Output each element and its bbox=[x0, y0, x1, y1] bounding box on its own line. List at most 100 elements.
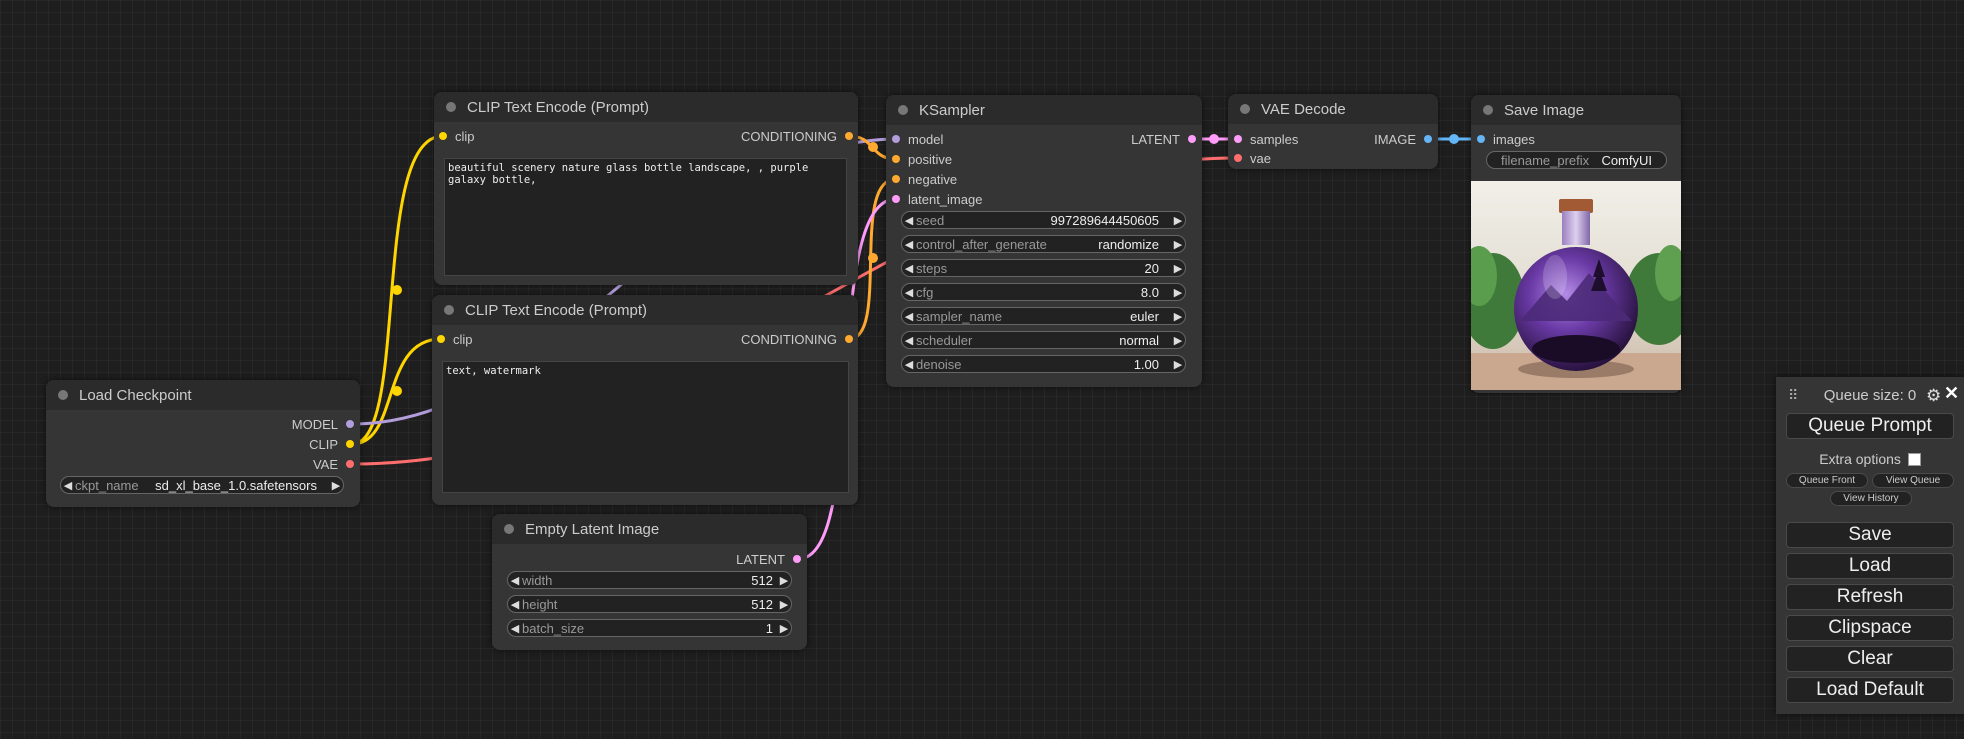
decrement-arrow-icon[interactable]: ◀ bbox=[508, 598, 522, 611]
collapse-dot-icon[interactable] bbox=[504, 524, 514, 534]
conditioning-slot-dot-icon[interactable] bbox=[892, 175, 900, 183]
load-button[interactable]: Load bbox=[1786, 553, 1954, 579]
latent-slot-dot-icon[interactable] bbox=[1234, 135, 1242, 143]
output-slot-conditioning[interactable]: CONDITIONING bbox=[741, 127, 853, 145]
node-title-bar[interactable]: Load Checkpoint bbox=[46, 380, 360, 410]
load-checkpoint-node[interactable]: Load Checkpoint MODEL CLIP VAE ◀ ckpt_na… bbox=[46, 380, 360, 507]
latent-slot-dot-icon[interactable] bbox=[892, 195, 900, 203]
save-button[interactable]: Save bbox=[1786, 522, 1954, 548]
close-icon[interactable]: ✕ bbox=[1944, 383, 1959, 404]
increment-arrow-icon[interactable]: ▶ bbox=[329, 479, 343, 492]
output-slot-latent[interactable]: LATENT bbox=[736, 550, 801, 568]
image-slot-dot-icon[interactable] bbox=[1477, 135, 1485, 143]
clip-text-encode-negative-node[interactable]: CLIP Text Encode (Prompt) clip CONDITION… bbox=[432, 295, 858, 505]
increment-arrow-icon[interactable]: ▶ bbox=[1171, 214, 1185, 227]
decrement-arrow-icon[interactable]: ◀ bbox=[902, 214, 916, 227]
output-slot-vae[interactable]: VAE bbox=[313, 455, 354, 473]
node-title-bar[interactable]: CLIP Text Encode (Prompt) bbox=[434, 92, 858, 122]
decrement-arrow-icon[interactable]: ◀ bbox=[902, 310, 916, 323]
gear-icon[interactable]: ⚙ bbox=[1926, 386, 1941, 406]
decrement-arrow-icon[interactable]: ◀ bbox=[508, 622, 522, 635]
input-slot-vae[interactable]: vae bbox=[1234, 149, 1271, 167]
queue-menu-panel[interactable]: ⠿ Queue size: 0 ⚙ ✕ Queue Prompt Extra o… bbox=[1776, 377, 1964, 714]
node-title-bar[interactable]: CLIP Text Encode (Prompt) bbox=[432, 295, 858, 325]
ckpt-name-combo[interactable]: ◀ ckpt_name sd_xl_base_1.0.safetensors ▶ bbox=[60, 476, 344, 494]
decrement-arrow-icon[interactable]: ◀ bbox=[902, 358, 916, 371]
increment-arrow-icon[interactable]: ▶ bbox=[1171, 358, 1185, 371]
increment-arrow-icon[interactable]: ▶ bbox=[1171, 238, 1185, 251]
input-slot-model[interactable]: model bbox=[892, 130, 943, 148]
clipspace-button[interactable]: Clipspace bbox=[1786, 615, 1954, 641]
input-slot-positive[interactable]: positive bbox=[892, 150, 952, 168]
decrement-arrow-icon[interactable]: ◀ bbox=[902, 238, 916, 251]
filename-prefix-text-widget[interactable]: filename_prefix ComfyUI bbox=[1486, 151, 1667, 169]
width-number-widget[interactable]: ◀ width 512 ▶ bbox=[507, 571, 792, 589]
output-slot-image[interactable]: IMAGE bbox=[1374, 130, 1432, 148]
input-slot-negative[interactable]: negative bbox=[892, 170, 957, 188]
output-slot-model[interactable]: MODEL bbox=[292, 415, 354, 433]
extra-options-row[interactable]: Extra options bbox=[1776, 451, 1964, 467]
clip-slot-dot-icon[interactable] bbox=[437, 335, 445, 343]
collapse-dot-icon[interactable] bbox=[444, 305, 454, 315]
clip-slot-dot-icon[interactable] bbox=[439, 132, 447, 140]
queue-front-button[interactable]: Queue Front bbox=[1786, 473, 1868, 488]
increment-arrow-icon[interactable]: ▶ bbox=[777, 574, 791, 587]
batch-size-number-widget[interactable]: ◀ batch_size 1 ▶ bbox=[507, 619, 792, 637]
generated-image-preview[interactable] bbox=[1471, 181, 1681, 390]
scheduler-widget[interactable]: ◀ scheduler normal ▶ bbox=[901, 331, 1186, 349]
decrement-arrow-icon[interactable]: ◀ bbox=[61, 479, 75, 492]
load-default-button[interactable]: Load Default bbox=[1786, 677, 1954, 703]
node-title-bar[interactable]: KSampler bbox=[886, 95, 1202, 125]
prompt-textarea[interactable]: text, watermark bbox=[442, 361, 849, 493]
conditioning-slot-dot-icon[interactable] bbox=[892, 155, 900, 163]
input-slot-clip[interactable]: clip bbox=[437, 330, 473, 348]
increment-arrow-icon[interactable]: ▶ bbox=[1171, 334, 1185, 347]
increment-arrow-icon[interactable]: ▶ bbox=[1171, 262, 1185, 275]
clip-text-encode-positive-node[interactable]: CLIP Text Encode (Prompt) clip CONDITION… bbox=[434, 92, 858, 285]
extra-options-checkbox[interactable] bbox=[1907, 452, 1921, 466]
latent-slot-dot-icon[interactable] bbox=[1188, 135, 1196, 143]
collapse-dot-icon[interactable] bbox=[446, 102, 456, 112]
input-slot-images[interactable]: images bbox=[1477, 130, 1535, 148]
latent-slot-dot-icon[interactable] bbox=[793, 555, 801, 563]
vae-decode-node[interactable]: VAE Decode samples IMAGE vae bbox=[1228, 94, 1438, 169]
node-title-bar[interactable]: VAE Decode bbox=[1228, 94, 1438, 124]
clear-button[interactable]: Clear bbox=[1786, 646, 1954, 672]
increment-arrow-icon[interactable]: ▶ bbox=[777, 598, 791, 611]
vae-slot-dot-icon[interactable] bbox=[1234, 154, 1242, 162]
output-slot-conditioning[interactable]: CONDITIONING bbox=[741, 330, 853, 348]
model-slot-dot-icon[interactable] bbox=[346, 420, 354, 428]
decrement-arrow-icon[interactable]: ◀ bbox=[902, 334, 916, 347]
empty-latent-image-node[interactable]: Empty Latent Image LATENT ◀ width 512 ▶ … bbox=[492, 514, 807, 650]
increment-arrow-icon[interactable]: ▶ bbox=[777, 622, 791, 635]
view-history-button[interactable]: View History bbox=[1830, 491, 1912, 506]
input-slot-samples[interactable]: samples bbox=[1234, 130, 1298, 148]
sampler-name-widget[interactable]: ◀ sampler_name euler ▶ bbox=[901, 307, 1186, 325]
queue-prompt-button[interactable]: Queue Prompt bbox=[1786, 413, 1954, 439]
collapse-dot-icon[interactable] bbox=[898, 105, 908, 115]
node-title-bar[interactable]: Save Image bbox=[1471, 95, 1681, 125]
image-slot-dot-icon[interactable] bbox=[1424, 135, 1432, 143]
decrement-arrow-icon[interactable]: ◀ bbox=[902, 286, 916, 299]
input-slot-latent-image[interactable]: latent_image bbox=[892, 190, 982, 208]
collapse-dot-icon[interactable] bbox=[1240, 104, 1250, 114]
collapse-dot-icon[interactable] bbox=[1483, 105, 1493, 115]
output-slot-latent[interactable]: LATENT bbox=[1131, 130, 1196, 148]
ksampler-node[interactable]: KSampler model LATENT positive negative … bbox=[886, 95, 1202, 387]
view-queue-button[interactable]: View Queue bbox=[1872, 473, 1954, 488]
denoise-widget[interactable]: ◀ denoise 1.00 ▶ bbox=[901, 355, 1186, 373]
conditioning-slot-dot-icon[interactable] bbox=[845, 132, 853, 140]
control-after-generate-widget[interactable]: ◀ control_after_generate randomize ▶ bbox=[901, 235, 1186, 253]
seed-widget[interactable]: ◀ seed 997289644450605 ▶ bbox=[901, 211, 1186, 229]
collapse-dot-icon[interactable] bbox=[58, 390, 68, 400]
input-slot-clip[interactable]: clip bbox=[439, 127, 475, 145]
clip-slot-dot-icon[interactable] bbox=[346, 440, 354, 448]
save-image-node[interactable]: Save Image images filename_prefix ComfyU… bbox=[1471, 95, 1681, 393]
conditioning-slot-dot-icon[interactable] bbox=[845, 335, 853, 343]
increment-arrow-icon[interactable]: ▶ bbox=[1171, 286, 1185, 299]
output-slot-clip[interactable]: CLIP bbox=[309, 435, 354, 453]
node-title-bar[interactable]: Empty Latent Image bbox=[492, 514, 807, 544]
vae-slot-dot-icon[interactable] bbox=[346, 460, 354, 468]
decrement-arrow-icon[interactable]: ◀ bbox=[902, 262, 916, 275]
increment-arrow-icon[interactable]: ▶ bbox=[1171, 310, 1185, 323]
